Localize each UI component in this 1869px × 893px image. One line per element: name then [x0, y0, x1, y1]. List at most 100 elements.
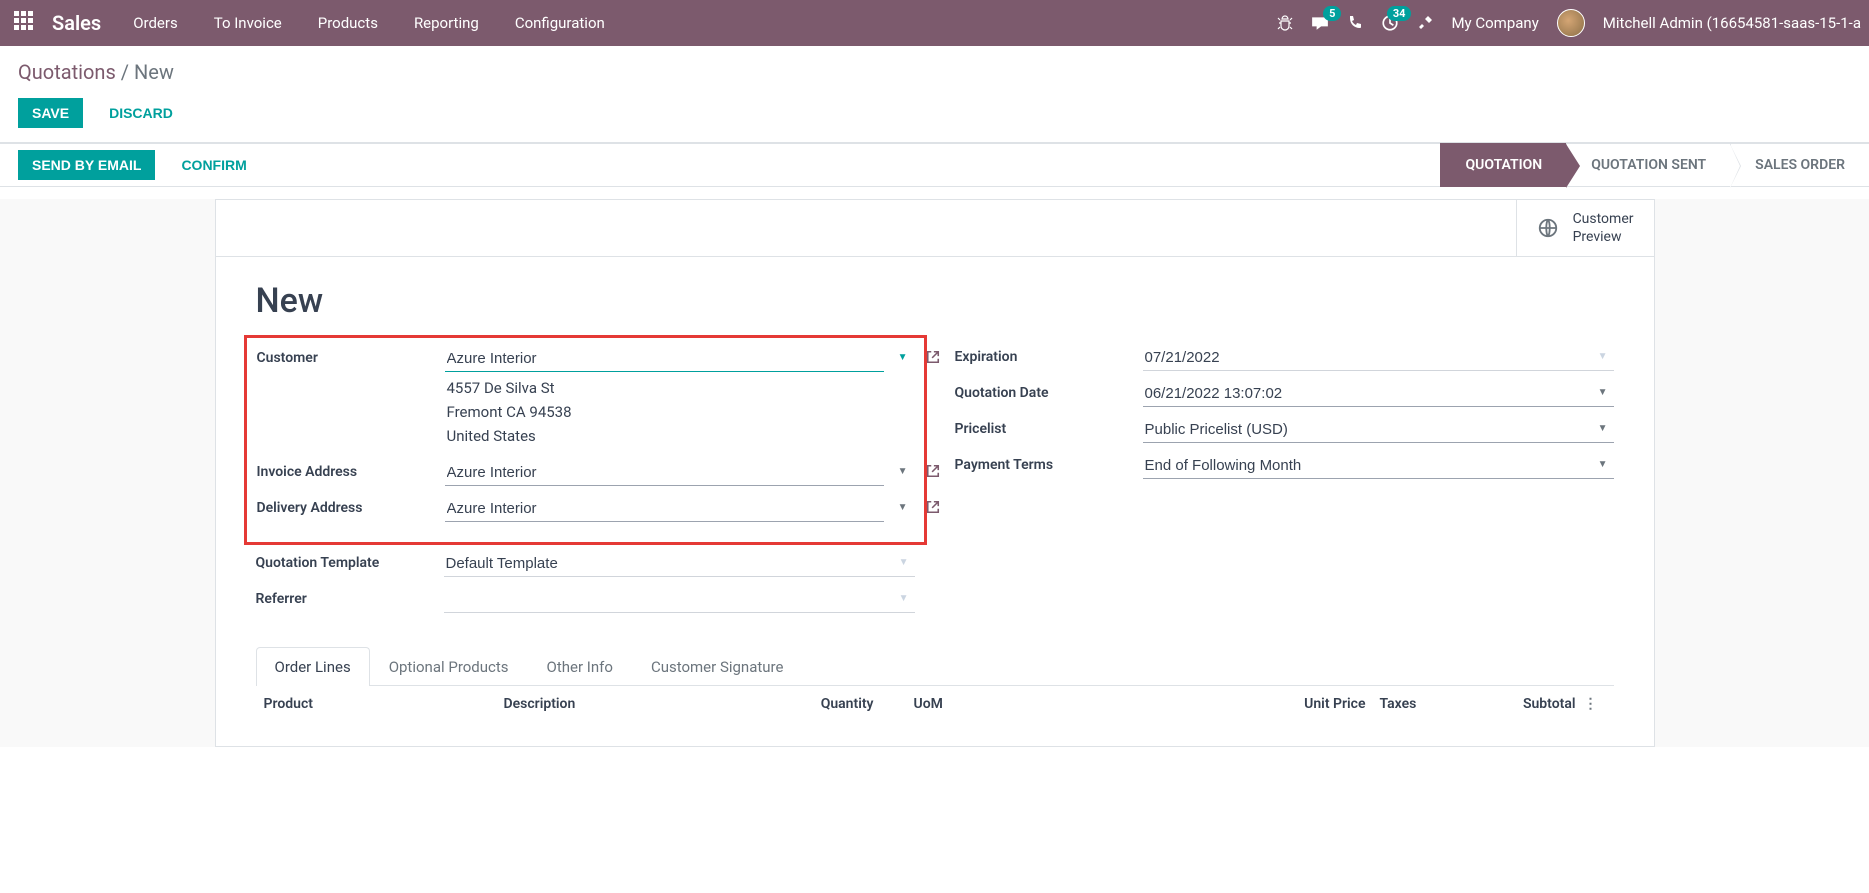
app-brand[interactable]: Sales — [52, 11, 101, 35]
status-steps: QUOTATION QUOTATION SENT SALES ORDER — [1440, 143, 1869, 187]
avatar[interactable] — [1557, 9, 1585, 37]
quotation-template-input[interactable] — [444, 551, 915, 577]
page-title: New — [256, 281, 1614, 321]
form-tabs: Order Lines Optional Products Other Info… — [256, 647, 1614, 686]
sheet-header: Customer Preview — [216, 200, 1654, 257]
breadcrumb-root[interactable]: Quotations — [18, 60, 116, 84]
tab-customer-signature[interactable]: Customer Signature — [632, 647, 803, 686]
expiration-input[interactable] — [1143, 345, 1614, 371]
field-expiration: ▼ — [1143, 345, 1614, 371]
label-quotation-date: Quotation Date — [955, 381, 1143, 401]
discard-button[interactable]: DISCARD — [95, 98, 187, 128]
customer-address: 4557 De Silva St Fremont CA 94538 United… — [445, 372, 884, 452]
nav-configuration[interactable]: Configuration — [515, 14, 605, 32]
tools-icon[interactable] — [1417, 15, 1433, 31]
form-col-right: Expiration ▼ Quotation Date ▼ — [955, 345, 1614, 623]
send-email-button[interactable]: SEND BY EMAIL — [18, 150, 155, 180]
customer-input[interactable] — [445, 346, 884, 372]
sheet-body: New Customer ▼ — [216, 257, 1654, 746]
col-description: Description — [504, 696, 774, 712]
tab-order-lines[interactable]: Order Lines — [256, 647, 370, 686]
row-quotation-template: Quotation Template ▼ — [256, 551, 915, 579]
step-sales-order[interactable]: SALES ORDER — [1730, 143, 1869, 187]
user-menu[interactable]: Mitchell Admin (16654581-saas-15-1-a — [1603, 14, 1861, 32]
chevron-down-icon[interactable]: ▼ — [898, 466, 908, 477]
label-delivery-address: Delivery Address — [257, 496, 445, 516]
payment-terms-input[interactable] — [1143, 453, 1614, 479]
step-quotation-sent[interactable]: QUOTATION SENT — [1566, 143, 1730, 187]
tab-other-info[interactable]: Other Info — [528, 647, 632, 686]
field-quotation-date: ▼ — [1143, 381, 1614, 407]
preview-label: Customer Preview — [1573, 210, 1634, 246]
breadcrumb: Quotations / New — [18, 60, 1851, 84]
chevron-down-icon[interactable]: ▼ — [898, 352, 908, 363]
field-payment-terms: ▼ — [1143, 453, 1614, 479]
form-buttons: SAVE DISCARD — [18, 98, 1851, 128]
delivery-address-input[interactable] — [445, 496, 884, 522]
nav-orders[interactable]: Orders — [133, 14, 178, 32]
row-expiration: Expiration ▼ — [955, 345, 1614, 373]
nav-links: Orders To Invoice Products Reporting Con… — [133, 14, 605, 32]
status-actions: SEND BY EMAIL CONFIRM — [18, 150, 261, 180]
nav-right: 5 34 My Company Mitchell Admin (16654581… — [1277, 9, 1861, 37]
step-quotation[interactable]: QUOTATION — [1440, 143, 1566, 187]
confirm-button[interactable]: CONFIRM — [167, 150, 260, 180]
label-referrer: Referrer — [256, 587, 444, 607]
apps-icon[interactable] — [14, 11, 38, 35]
field-referrer: ▼ — [444, 587, 915, 613]
form-grid: Customer ▼ 4557 De Silva St Fremont CA 9… — [256, 345, 1614, 623]
bug-icon[interactable] — [1277, 15, 1293, 31]
breadcrumb-current: New — [134, 60, 174, 84]
field-delivery-address: ▼ — [445, 496, 914, 522]
external-link-icon[interactable] — [926, 464, 940, 478]
sheet-background: Customer Preview New Customer ▼ — [0, 199, 1869, 747]
highlight-box: Customer ▼ 4557 De Silva St Fremont CA 9… — [244, 335, 927, 545]
row-invoice-address: Invoice Address ▼ — [257, 460, 914, 488]
nav-to-invoice[interactable]: To Invoice — [214, 14, 282, 32]
columns-menu-icon[interactable]: ⋮ — [1576, 696, 1606, 712]
pricelist-input[interactable] — [1143, 417, 1614, 443]
status-bar: SEND BY EMAIL CONFIRM QUOTATION QUOTATIO… — [0, 143, 1869, 187]
label-quotation-template: Quotation Template — [256, 551, 444, 571]
col-unit-price: Unit Price — [1256, 696, 1366, 712]
messages-badge: 5 — [1323, 6, 1341, 21]
company-selector[interactable]: My Company — [1451, 14, 1538, 32]
field-invoice-address: ▼ — [445, 460, 914, 486]
col-product: Product — [264, 696, 504, 712]
col-uom: UoM — [874, 696, 964, 712]
label-expiration: Expiration — [955, 345, 1143, 365]
label-pricelist: Pricelist — [955, 417, 1143, 437]
save-button[interactable]: SAVE — [18, 98, 83, 128]
tab-optional-products[interactable]: Optional Products — [370, 647, 528, 686]
row-delivery-address: Delivery Address ▼ — [257, 496, 914, 524]
label-payment-terms: Payment Terms — [955, 453, 1143, 473]
field-customer: ▼ 4557 De Silva St Fremont CA 94538 Unit… — [445, 346, 914, 452]
col-taxes: Taxes — [1366, 696, 1466, 712]
row-customer: Customer ▼ 4557 De Silva St Fremont CA 9… — [257, 346, 914, 452]
referrer-input[interactable] — [444, 587, 915, 613]
nav-reporting[interactable]: Reporting — [414, 14, 479, 32]
row-quotation-date: Quotation Date ▼ — [955, 381, 1614, 409]
invoice-address-input[interactable] — [445, 460, 884, 486]
form-col-left: Customer ▼ 4557 De Silva St Fremont CA 9… — [256, 345, 915, 623]
quotation-date-input[interactable] — [1143, 381, 1614, 407]
chevron-down-icon[interactable]: ▼ — [898, 502, 908, 513]
customer-preview-button[interactable]: Customer Preview — [1516, 200, 1654, 256]
order-lines-header: Product Description Quantity UoM Unit Pr… — [256, 686, 1614, 722]
phone-icon[interactable] — [1347, 15, 1363, 31]
activities-badge: 34 — [1387, 6, 1412, 21]
form-sheet: Customer Preview New Customer ▼ — [215, 199, 1655, 747]
col-quantity: Quantity — [774, 696, 874, 712]
col-subtotal: Subtotal — [1466, 696, 1576, 712]
label-customer: Customer — [257, 346, 445, 366]
label-invoice-address: Invoice Address — [257, 460, 445, 480]
external-link-icon[interactable] — [926, 350, 940, 364]
nav-products[interactable]: Products — [318, 14, 378, 32]
row-payment-terms: Payment Terms ▼ — [955, 453, 1614, 481]
row-pricelist: Pricelist ▼ — [955, 417, 1614, 445]
breadcrumb-sep: / — [116, 60, 134, 84]
field-pricelist: ▼ — [1143, 417, 1614, 443]
activities-icon[interactable]: 34 — [1381, 14, 1399, 32]
external-link-icon[interactable] — [926, 500, 940, 514]
messages-icon[interactable]: 5 — [1311, 14, 1329, 32]
